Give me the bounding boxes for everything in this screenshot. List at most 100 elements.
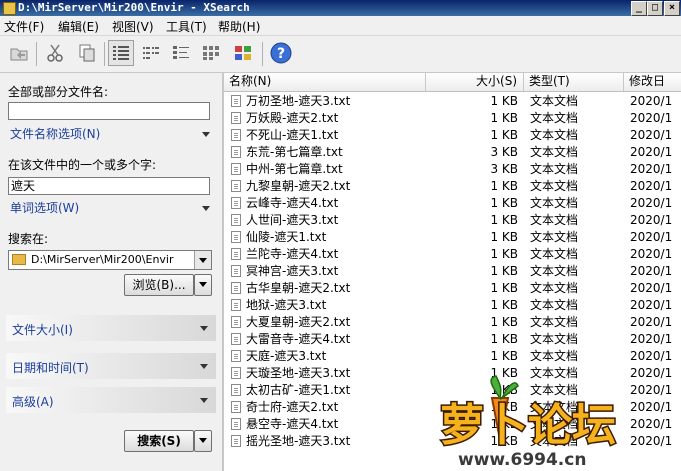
folder-icon	[12, 254, 26, 265]
table-row[interactable]: 古华皇朝-遮天2.txt 1 KB 文本文档 2020/1	[224, 280, 681, 297]
file-name-input[interactable]	[8, 102, 210, 120]
column-header-modified[interactable]: 修改日	[624, 73, 681, 91]
text-file-icon	[231, 197, 241, 209]
content-input[interactable]: 遮天	[8, 177, 210, 195]
word-options-chevron-icon[interactable]	[202, 206, 210, 211]
cut-icon[interactable]	[42, 40, 68, 66]
file-date-cell: 2020/1	[630, 332, 673, 346]
open-folder-icon[interactable]	[6, 40, 32, 66]
file-size-cell: 1 KB	[490, 332, 518, 346]
help-icon[interactable]: ?	[268, 40, 294, 66]
search-panel: 全部或部分文件名: 文件名称选项(N) 在该文件中的一个或多个字: 遮天 单词选…	[0, 73, 224, 471]
close-button[interactable]: ×	[664, 1, 680, 16]
chevron-down-icon	[200, 364, 208, 369]
file-type-cell: 文本文档	[530, 247, 579, 261]
table-row[interactable]: 大雷音寺-遮天4.txt 1 KB 文本文档 2020/1	[224, 331, 681, 348]
file-name-cell: 古华皇朝-遮天2.txt	[246, 281, 351, 295]
file-type-cell: 文本文档	[530, 111, 579, 125]
table-row[interactable]: 中州-第七篇章.txt 3 KB 文本文档 2020/1	[224, 161, 681, 178]
menu-help[interactable]: 帮助(H)	[218, 18, 260, 35]
file-type-cell: 文本文档	[530, 128, 579, 142]
file-name-cell: 仙陵-遮天1.txt	[246, 230, 327, 244]
text-file-icon	[231, 282, 241, 294]
text-file-icon	[231, 384, 241, 396]
file-name-cell: 地狱-遮天3.txt	[246, 298, 327, 312]
table-row[interactable]: 人世间-遮天3.txt 1 KB 文本文档 2020/1	[224, 212, 681, 229]
file-name-cell: 万初圣地-遮天3.txt	[246, 94, 351, 108]
text-file-icon	[231, 146, 241, 158]
text-file-icon	[231, 350, 241, 362]
small-icons-view-icon[interactable]	[168, 40, 194, 66]
table-row[interactable]: 仙陵-遮天1.txt 1 KB 文本文档 2020/1	[224, 229, 681, 246]
table-row[interactable]: 云峰寺-遮天4.txt 1 KB 文本文档 2020/1	[224, 195, 681, 212]
app-icon	[3, 2, 16, 15]
column-header-size[interactable]: 大小(S)	[426, 73, 524, 91]
table-row[interactable]: 九黎皇朝-遮天2.txt 1 KB 文本文档 2020/1	[224, 178, 681, 195]
table-row[interactable]: 万初圣地-遮天3.txt 1 KB 文本文档 2020/1	[224, 93, 681, 110]
table-row[interactable]: 天庭-遮天3.txt 1 KB 文本文档 2020/1	[224, 348, 681, 365]
large-icons-view-icon[interactable]	[198, 40, 224, 66]
search-in-combobox[interactable]: D:\MirServer\Mir200\Envir	[8, 250, 212, 270]
search-in-dropdown-button[interactable]	[194, 251, 211, 269]
menu-file[interactable]: 文件(F)	[4, 18, 44, 35]
text-file-icon	[231, 163, 241, 175]
table-row[interactable]: 大夏皇朝-遮天2.txt 1 KB 文本文档 2020/1	[224, 314, 681, 331]
file-type-cell: 文本文档	[530, 94, 579, 108]
menu-tools[interactable]: 工具(T)	[166, 18, 207, 35]
file-type-cell: 文本文档	[530, 298, 579, 312]
file-name-options-chevron-icon[interactable]	[202, 132, 210, 137]
file-date-cell: 2020/1	[630, 128, 673, 142]
watermark-url: www.6994.cn	[458, 450, 586, 470]
file-size-cell: 1 KB	[490, 281, 518, 295]
menu-bar: 文件(F) 编辑(E) 视图(V) 工具(T) 帮助(H)	[0, 16, 681, 36]
maximize-button[interactable]: □	[647, 1, 663, 16]
table-row[interactable]: 东荒-第七篇章.txt 3 KB 文本文档 2020/1	[224, 144, 681, 161]
file-type-cell: 文本文档	[530, 281, 579, 295]
file-size-cell: 1 KB	[490, 230, 518, 244]
file-date-cell: 2020/1	[630, 94, 673, 108]
text-file-icon	[231, 435, 241, 447]
advanced-section[interactable]: 高级(A)	[6, 387, 216, 413]
file-name-cell: 中州-第七篇章.txt	[246, 162, 343, 176]
search-dropdown-button[interactable]	[194, 430, 212, 452]
file-date-cell: 2020/1	[630, 145, 673, 159]
file-name-options-link[interactable]: 文件名称选项(N)	[10, 125, 100, 142]
file-name-cell: 云峰寺-遮天4.txt	[246, 196, 339, 210]
file-size-section-label: 文件大小(I)	[12, 323, 73, 337]
table-row[interactable]: 地狱-遮天3.txt 1 KB 文本文档 2020/1	[224, 297, 681, 314]
search-in-label: 搜索在:	[8, 232, 49, 246]
copy-icon[interactable]	[74, 40, 100, 66]
file-name-cell: 人世间-遮天3.txt	[246, 213, 339, 227]
file-size-cell: 1 KB	[490, 349, 518, 363]
column-header-type[interactable]: 类型(T)	[524, 73, 624, 91]
browse-dropdown-button[interactable]	[194, 274, 212, 296]
file-name-cell: 九黎皇朝-遮天2.txt	[246, 179, 351, 193]
table-row[interactable]: 万妖殿-遮天2.txt 1 KB 文本文档 2020/1	[224, 110, 681, 127]
file-date-cell: 2020/1	[630, 196, 673, 210]
search-in-value: D:\MirServer\Mir200\Envir	[31, 253, 174, 266]
thumbnail-view-icon[interactable]	[230, 40, 256, 66]
word-options-link[interactable]: 单词选项(W)	[10, 199, 79, 216]
file-type-cell: 文本文档	[530, 196, 579, 210]
details-view-icon[interactable]	[108, 40, 134, 66]
text-file-icon	[231, 95, 241, 107]
window-title: D:\MirServer\Mir200\Envir - XSearch	[18, 1, 250, 14]
svg-text:?: ?	[277, 46, 285, 62]
minimize-button[interactable]: _	[631, 1, 647, 16]
chevron-down-icon	[200, 398, 208, 403]
menu-edit[interactable]: 编辑(E)	[58, 18, 99, 35]
browse-button[interactable]: 浏览(B)...	[124, 274, 194, 296]
file-type-cell: 文本文档	[530, 230, 579, 244]
table-row[interactable]: 兰陀寺-遮天4.txt 1 KB 文本文档 2020/1	[224, 246, 681, 263]
file-date-cell: 2020/1	[630, 264, 673, 278]
table-row[interactable]: 不死山-遮天1.txt 1 KB 文本文档 2020/1	[224, 127, 681, 144]
file-size-section[interactable]: 文件大小(I)	[6, 315, 216, 341]
file-date-cell: 2020/1	[630, 281, 673, 295]
menu-view[interactable]: 视图(V)	[112, 18, 154, 35]
column-header-name[interactable]: 名称(N)	[224, 73, 426, 91]
date-time-section[interactable]: 日期和时间(T)	[6, 353, 216, 379]
search-button[interactable]: 搜索(S)	[124, 430, 194, 452]
watermark-logo: 萝卜论坛 www.6994.cn	[439, 375, 618, 471]
list-view-icon[interactable]	[138, 40, 164, 66]
table-row[interactable]: 冥神宫-遮天3.txt 1 KB 文本文档 2020/1	[224, 263, 681, 280]
